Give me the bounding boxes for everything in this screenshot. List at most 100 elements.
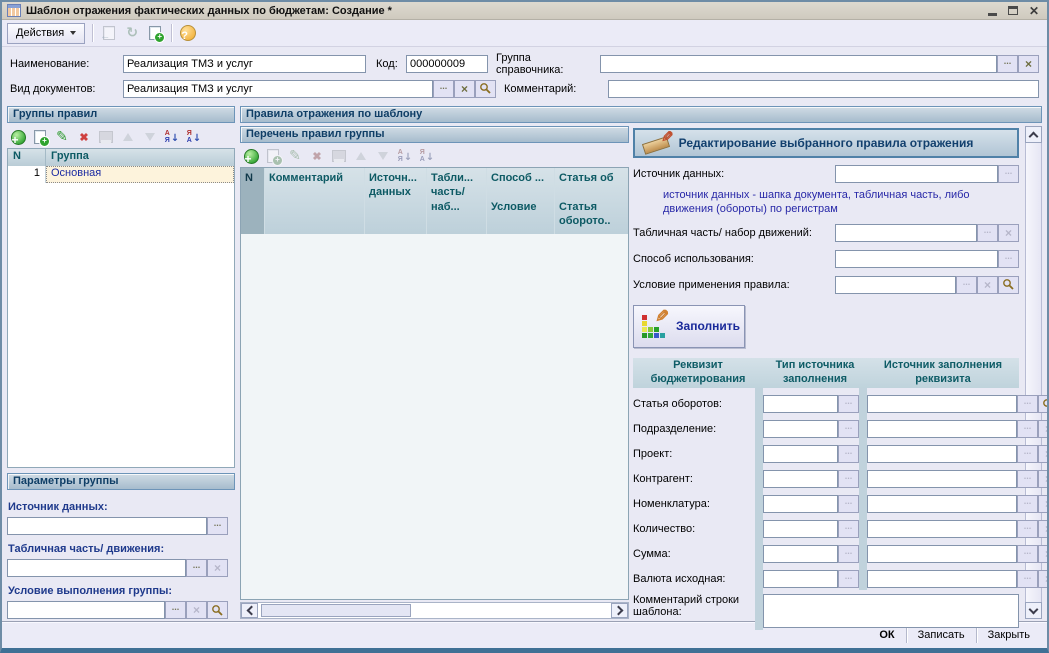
source-clear-button[interactable] bbox=[1038, 570, 1049, 588]
source-clear-button[interactable] bbox=[1038, 470, 1049, 488]
minimize-button[interactable] bbox=[984, 4, 1000, 18]
scrollbar-track[interactable] bbox=[258, 603, 611, 618]
editor-tabular-input[interactable] bbox=[835, 224, 977, 242]
column-header-source[interactable]: Источн... данных bbox=[365, 168, 427, 234]
source-select-button[interactable] bbox=[1017, 570, 1038, 588]
refresh-icon[interactable] bbox=[123, 24, 141, 42]
column-header-n[interactable]: N bbox=[8, 149, 46, 166]
editor-source-select-button[interactable] bbox=[998, 165, 1019, 183]
scroll-right-button[interactable] bbox=[611, 603, 628, 618]
editor-tabular-select-button[interactable] bbox=[977, 224, 998, 242]
source-select-button[interactable] bbox=[1017, 470, 1038, 488]
group-tabular-input[interactable] bbox=[7, 559, 186, 577]
source-input[interactable] bbox=[867, 545, 1017, 563]
type-input[interactable] bbox=[763, 470, 838, 488]
source-select-button[interactable] bbox=[1017, 495, 1038, 513]
source-input[interactable] bbox=[867, 420, 1017, 438]
catalog-group-select-button[interactable] bbox=[997, 55, 1018, 73]
type-select-button[interactable] bbox=[838, 570, 859, 588]
reread-icon[interactable] bbox=[100, 24, 118, 42]
move-down-icon[interactable] bbox=[141, 128, 159, 146]
type-select-button[interactable] bbox=[838, 495, 859, 513]
type-input[interactable] bbox=[763, 545, 838, 563]
comment-input[interactable] bbox=[608, 80, 1039, 98]
source-clear-button[interactable] bbox=[1038, 420, 1049, 438]
group-tabular-select-button[interactable] bbox=[186, 559, 207, 577]
editor-source-input[interactable] bbox=[835, 165, 998, 183]
move-up-icon[interactable] bbox=[352, 147, 370, 165]
type-select-button[interactable] bbox=[838, 420, 859, 438]
doctype-select-button[interactable] bbox=[433, 80, 454, 98]
editor-condition-select-button[interactable] bbox=[956, 276, 977, 294]
source-input[interactable] bbox=[867, 495, 1017, 513]
copy-icon[interactable] bbox=[31, 128, 49, 146]
column-header-item[interactable]: Статья об Статья оборото.. bbox=[555, 168, 628, 234]
source-input[interactable] bbox=[867, 445, 1017, 463]
edit-icon[interactable] bbox=[53, 128, 71, 146]
scroll-left-button[interactable] bbox=[241, 603, 258, 618]
close-button[interactable] bbox=[1026, 4, 1042, 18]
add-icon[interactable] bbox=[242, 147, 260, 165]
type-select-button[interactable] bbox=[838, 395, 859, 413]
line-comment-textarea[interactable] bbox=[763, 594, 1019, 628]
editor-tabular-clear-button[interactable] bbox=[998, 224, 1019, 242]
source-clear-button[interactable] bbox=[1038, 520, 1049, 538]
type-select-button[interactable] bbox=[838, 545, 859, 563]
column-header-method-condition[interactable]: Способ ... Условие bbox=[487, 168, 555, 234]
scroll-up-button[interactable] bbox=[1025, 126, 1042, 143]
source-input[interactable] bbox=[867, 570, 1017, 588]
catalog-group-input[interactable] bbox=[600, 55, 997, 73]
move-down-icon[interactable] bbox=[374, 147, 392, 165]
source-input[interactable] bbox=[867, 520, 1017, 538]
sort-asc-icon[interactable] bbox=[396, 147, 414, 165]
editor-condition-clear-button[interactable] bbox=[977, 276, 998, 294]
source-clear-button[interactable] bbox=[1038, 495, 1049, 513]
type-input[interactable] bbox=[763, 395, 838, 413]
name-input[interactable] bbox=[123, 55, 366, 73]
type-input[interactable] bbox=[763, 420, 838, 438]
sort-desc-icon[interactable] bbox=[418, 147, 436, 165]
fill-button[interactable]: Заполнить bbox=[633, 305, 745, 348]
maximize-button[interactable] bbox=[1005, 4, 1021, 18]
edit-icon[interactable] bbox=[286, 147, 304, 165]
doctype-input[interactable] bbox=[123, 80, 433, 98]
scroll-down-button[interactable] bbox=[1025, 602, 1042, 619]
group-tabular-clear-button[interactable] bbox=[207, 559, 228, 577]
source-open-button[interactable] bbox=[1038, 395, 1049, 413]
copy-new-icon[interactable] bbox=[146, 24, 164, 42]
add-icon[interactable] bbox=[9, 128, 27, 146]
source-select-button[interactable] bbox=[1017, 395, 1038, 413]
source-clear-button[interactable] bbox=[1038, 445, 1049, 463]
group-condition-open-button[interactable] bbox=[207, 601, 228, 619]
delete-icon[interactable] bbox=[308, 147, 326, 165]
column-header-group[interactable]: Группа bbox=[46, 149, 234, 166]
group-condition-input[interactable] bbox=[7, 601, 165, 619]
finish-edit-icon[interactable] bbox=[97, 128, 115, 146]
type-input[interactable] bbox=[763, 570, 838, 588]
source-select-button[interactable] bbox=[1017, 445, 1038, 463]
type-input[interactable] bbox=[763, 520, 838, 538]
code-input[interactable] bbox=[406, 55, 488, 73]
move-up-icon[interactable] bbox=[119, 128, 137, 146]
catalog-group-clear-button[interactable] bbox=[1018, 55, 1039, 73]
group-source-select-button[interactable] bbox=[207, 517, 228, 535]
source-select-button[interactable] bbox=[1017, 520, 1038, 538]
help-icon[interactable] bbox=[179, 24, 197, 42]
editor-usage-input[interactable] bbox=[835, 250, 998, 268]
editor-condition-input[interactable] bbox=[835, 276, 956, 294]
sort-asc-icon[interactable] bbox=[163, 128, 181, 146]
group-condition-clear-button[interactable] bbox=[186, 601, 207, 619]
actions-menu-button[interactable]: Действия bbox=[7, 23, 85, 44]
type-select-button[interactable] bbox=[838, 445, 859, 463]
type-select-button[interactable] bbox=[838, 470, 859, 488]
column-header-comment[interactable]: Комментарий bbox=[265, 168, 365, 234]
column-header-tabular[interactable]: Табли... часть/ наб... bbox=[427, 168, 487, 234]
source-clear-button[interactable] bbox=[1038, 545, 1049, 563]
sort-desc-icon[interactable] bbox=[185, 128, 203, 146]
editor-condition-open-button[interactable] bbox=[998, 276, 1019, 294]
doctype-clear-button[interactable] bbox=[454, 80, 475, 98]
type-input[interactable] bbox=[763, 495, 838, 513]
group-source-input[interactable] bbox=[7, 517, 207, 535]
source-select-button[interactable] bbox=[1017, 545, 1038, 563]
source-select-button[interactable] bbox=[1017, 420, 1038, 438]
